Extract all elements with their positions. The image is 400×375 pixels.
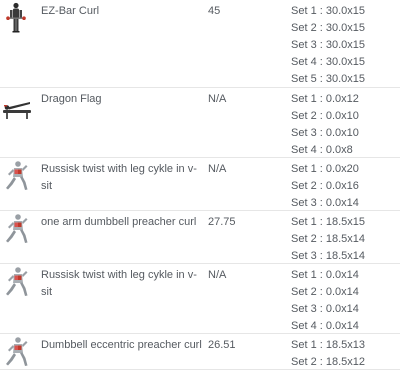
set-list: Set 1 : 0.0x14 Set 2 : 0.0x14 Set 3 : 0.0x… [291,267,399,335]
set-entry: Set 1 : 18.5x15 [291,216,365,228]
set-entry: Set 4 : 0.0x8 [291,144,353,156]
exercise-name: one arm dumbbell preacher curl [41,216,197,228]
exercise-row[interactable]: Dragon Flag N/A Set 1 : 0.0x12 Set 2 : 0.0x… [0,88,400,158]
exercise-row[interactable]: one arm dumbbell preacher curl 27.75 Set 1… [0,211,400,264]
set-list: Set 1 : 30.0x15 Set 2 : 30.0x15 Set 3 : 30… [291,3,399,88]
exercise-name: EZ-Bar Curl [41,5,100,17]
set-list: Set 1 : 0.0x20 Set 2 : 0.0x16 Set 3 : 0.0x… [291,161,399,212]
set-entry: Set 3 : 0.0x14 [291,303,359,315]
set-entry: Set 3 : 30.0x15 [291,39,365,51]
set-entry: Set 1 : 0.0x14 [291,269,359,281]
exercise-log-list: EZ-Bar Curl 45 Set 1 : 30.0x15 Set 2 : 30.0… [0,0,400,370]
exercise-weight: N/A [208,93,227,105]
exercise-weight: N/A [208,163,227,175]
set-entry: Set 3 : 0.0x10 [291,127,359,139]
anatomy-figure-icon [2,266,32,298]
set-entry: Set 1 : 18.5x13 [291,339,365,351]
anatomy-figure-icon [2,213,32,245]
exercise-row[interactable]: Dumbbell eccentric preacher curl 26.51 Set… [0,334,400,370]
set-list: Set 1 : 0.0x12 Set 2 : 0.0x10 Set 3 : 0.0x… [291,91,399,159]
exercise-weight: 45 [208,5,221,17]
set-entry: Set 1 : 30.0x15 [291,5,365,17]
set-entry: Set 4 : 0.0x14 [291,320,359,332]
set-entry: Set 3 : 18.5x14 [291,250,365,262]
exercise-row[interactable]: Russisk twist with leg cykle in v-sit N/A… [0,158,400,211]
exercise-name: Dumbbell eccentric preacher curl [41,339,202,351]
anatomy-figure-icon [2,336,32,368]
set-entry: Set 2 : 18.5x12 [291,356,365,368]
exercise-name: Russisk twist with leg cykle in v-sit [41,269,197,298]
exercise-weight: 27.75 [208,216,236,228]
set-entry: Set 1 : 0.0x20 [291,163,359,175]
set-list: Set 1 : 18.5x15 Set 2 : 18.5x14 Set 3 : 18… [291,214,399,265]
set-entry: Set 2 : 30.0x15 [291,22,365,34]
ez-bar-curl-figure-icon [2,2,32,34]
set-entry: Set 4 : 30.0x15 [291,56,365,68]
exercise-weight: N/A [208,269,227,281]
set-entry: Set 2 : 0.0x16 [291,180,359,192]
set-entry: Set 1 : 0.0x12 [291,93,359,105]
exercise-row[interactable]: EZ-Bar Curl 45 Set 1 : 30.0x15 Set 2 : 30.0… [0,0,400,88]
exercise-name: Dragon Flag [41,93,102,105]
set-list: Set 1 : 18.5x13 Set 2 : 18.5x12 [291,337,399,371]
set-entry: Set 3 : 0.0x14 [291,197,359,209]
set-entry: Set 5 : 30.0x15 [291,73,365,85]
set-entry: Set 2 : 18.5x14 [291,233,365,245]
set-entry: Set 2 : 0.0x10 [291,110,359,122]
dragon-flag-bench-icon [2,90,32,122]
exercise-row[interactable]: Russisk twist with leg cykle in v-sit N/A… [0,264,400,334]
exercise-weight: 26.51 [208,339,236,351]
anatomy-figure-icon [2,160,32,192]
exercise-name: Russisk twist with leg cykle in v-sit [41,163,197,192]
set-entry: Set 2 : 0.0x14 [291,286,359,298]
